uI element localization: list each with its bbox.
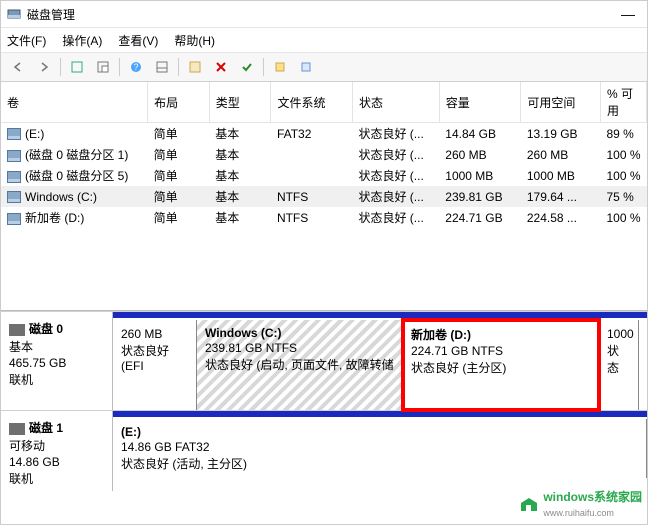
disk-body-1: (E:) 14.86 GB FAT32 状态良好 (活动, 主分区): [113, 411, 647, 491]
disk-header-0[interactable]: 磁盘 0 基本 465.75 GB 联机: [1, 312, 113, 410]
partition[interactable]: 1000状态: [599, 320, 639, 410]
partition-status: 状态良好 (活动, 主分区): [121, 455, 638, 472]
svg-text:?: ?: [133, 62, 138, 72]
disk-state: 联机: [9, 371, 104, 388]
col-layout[interactable]: 布局: [148, 82, 210, 123]
col-fs[interactable]: 文件系统: [271, 82, 353, 123]
disk-title: 磁盘 1: [29, 421, 63, 435]
partition-info: 239.81 GB NTFS: [205, 341, 394, 355]
volume-icon: [7, 171, 21, 183]
disk-size: 14.86 GB: [9, 455, 104, 469]
disk-type: 可移动: [9, 437, 104, 454]
toolbar: ?: [1, 53, 647, 82]
col-type[interactable]: 类型: [209, 82, 271, 123]
action-button-2[interactable]: [294, 55, 318, 79]
partition-status: 状态良好 (EFI: [121, 342, 188, 373]
menu-file[interactable]: 文件(F): [7, 32, 46, 49]
volume-icon: [7, 191, 21, 203]
disk-map: 磁盘 0 基本 465.75 GB 联机 260 MB状态良好 (EFIWind…: [1, 311, 647, 524]
col-pctfree[interactable]: % 可用: [600, 82, 646, 123]
minimize-button[interactable]: —: [615, 3, 641, 25]
menubar: 文件(F) 操作(A) 查看(V) 帮助(H): [1, 28, 647, 53]
partition-status: 状态良好 (主分区): [411, 359, 590, 376]
partition-info: 260 MB: [121, 327, 188, 341]
delete-button[interactable]: [209, 55, 233, 79]
col-volume[interactable]: 卷: [1, 82, 148, 123]
table-row[interactable]: (磁盘 0 磁盘分区 1)简单基本状态良好 (...260 MB260 MB10…: [1, 144, 647, 165]
disk-size: 465.75 GB: [9, 356, 104, 370]
partition[interactable]: 新加卷 (D:)224.71 GB NTFS状态良好 (主分区): [403, 320, 599, 410]
disk-row-0: 磁盘 0 基本 465.75 GB 联机 260 MB状态良好 (EFIWind…: [1, 311, 647, 410]
check-button[interactable]: [235, 55, 259, 79]
partition-name: 新加卷 (D:): [411, 326, 590, 343]
forward-button[interactable]: [32, 55, 56, 79]
disk-header-1[interactable]: 磁盘 1 可移动 14.86 GB 联机: [1, 411, 113, 491]
table-row[interactable]: Windows (C:)简单基本NTFS状态良好 (...239.81 GB17…: [1, 186, 647, 207]
toggle-bottom-pane-button[interactable]: [150, 55, 174, 79]
col-capacity[interactable]: 容量: [439, 82, 521, 123]
volume-icon: [7, 150, 21, 162]
menu-view[interactable]: 查看(V): [118, 32, 158, 49]
table-row[interactable]: (E:)简单基本FAT32状态良好 (...14.84 GB13.19 GB89…: [1, 123, 647, 145]
partition[interactable]: (E:) 14.86 GB FAT32 状态良好 (活动, 主分区): [113, 419, 647, 478]
col-free[interactable]: 可用空间: [521, 82, 601, 123]
help-button[interactable]: ?: [124, 55, 148, 79]
menu-help[interactable]: 帮助(H): [174, 32, 215, 49]
partition-status: 状态: [607, 342, 630, 376]
toolbar-button-2[interactable]: [91, 55, 115, 79]
disk-icon: [9, 423, 25, 435]
window-title: 磁盘管理: [27, 6, 75, 23]
disk-icon: [9, 324, 25, 336]
table-row[interactable]: (磁盘 0 磁盘分区 5)简单基本状态良好 (...1000 MB1000 MB…: [1, 165, 647, 186]
partition-info: 224.71 GB NTFS: [411, 344, 590, 358]
partition[interactable]: Windows (C:)239.81 GB NTFS状态良好 (启动, 页面文件…: [197, 320, 403, 410]
volume-icon: [7, 128, 21, 140]
titlebar: 磁盘管理 —: [1, 1, 647, 28]
volume-icon: [7, 213, 21, 225]
partition-info: 1000: [607, 327, 630, 341]
volume-list[interactable]: 卷 布局 类型 文件系统 状态 容量 可用空间 % 可用 (E:)简单基本FAT…: [1, 82, 647, 311]
partition-info: 14.86 GB FAT32: [121, 440, 638, 454]
partition-name: (E:): [121, 425, 638, 439]
partition-name: Windows (C:): [205, 326, 394, 340]
col-status[interactable]: 状态: [352, 82, 439, 123]
disk-body-0: 260 MB状态良好 (EFIWindows (C:)239.81 GB NTF…: [113, 312, 647, 410]
menu-action[interactable]: 操作(A): [62, 32, 102, 49]
partition[interactable]: 260 MB状态良好 (EFI: [113, 320, 197, 410]
toolbar-button-1[interactable]: [65, 55, 89, 79]
app-icon: [7, 7, 21, 21]
disk-title: 磁盘 0: [29, 322, 63, 336]
properties-button[interactable]: [183, 55, 207, 79]
action-button-1[interactable]: [268, 55, 292, 79]
back-button[interactable]: [6, 55, 30, 79]
disk-type: 基本: [9, 338, 104, 355]
partition-status: 状态良好 (启动, 页面文件, 故障转储: [205, 356, 394, 373]
table-row[interactable]: 新加卷 (D:)简单基本NTFS状态良好 (...224.71 GB224.58…: [1, 207, 647, 228]
disk-state: 联机: [9, 470, 104, 487]
disk-row-1: 磁盘 1 可移动 14.86 GB 联机 (E:) 14.86 GB FAT32…: [1, 410, 647, 491]
